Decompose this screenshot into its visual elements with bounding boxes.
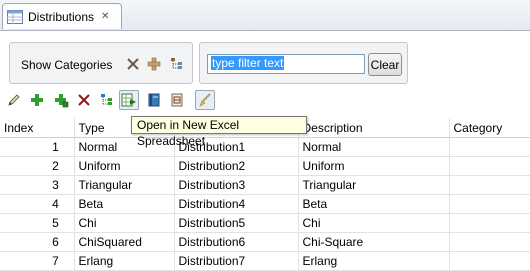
description-cell: Chi [298, 213, 450, 233]
toolbar [0, 88, 530, 110]
clear-button[interactable]: Clear [368, 53, 402, 76]
table-row[interactable]: 2 Uniform Distribution2 Uniform [0, 156, 530, 176]
delete-icon[interactable] [75, 91, 93, 109]
tab-label: Distributions [28, 9, 95, 24]
column-header-index[interactable]: Index [0, 118, 75, 138]
name-cell: Distribution5 [174, 213, 299, 233]
category-cell [449, 194, 530, 214]
table-row[interactable]: 3 Triangular Distribution3 Triangular [0, 175, 530, 195]
add-icon[interactable] [28, 91, 46, 109]
table-row[interactable]: 5 Chi Distribution5 Chi [0, 213, 530, 233]
show-hierarchy-icon[interactable] [98, 91, 116, 109]
index-cell: 6 [0, 232, 75, 252]
name-cell: Distribution2 [174, 156, 299, 176]
description-cell: Normal [298, 137, 450, 157]
type-cell: Chi [74, 213, 175, 233]
add-category-icon[interactable] [146, 56, 162, 72]
name-cell: Distribution4 [174, 194, 299, 214]
distributions-tab-icon [7, 9, 23, 24]
index-cell: 7 [0, 251, 75, 271]
index-cell: 4 [0, 194, 75, 214]
tab-distributions[interactable]: Distributions ✕ [2, 3, 122, 29]
type-cell: ChiSquared [74, 232, 175, 252]
tooltip: Open in New Excel Spreadsheet [131, 116, 307, 148]
category-cell [449, 213, 530, 233]
description-cell: Uniform [298, 156, 450, 176]
table-row[interactable]: 1 Normal Distribution1 Normal [0, 137, 530, 157]
type-cell: Erlang [74, 251, 175, 271]
index-cell: 5 [0, 213, 75, 233]
column-header-category[interactable]: Category [449, 118, 530, 138]
brush-icon[interactable] [195, 90, 215, 110]
type-cell: Uniform [74, 156, 175, 176]
index-value: 5 [52, 216, 59, 230]
table-row[interactable]: 6 ChiSquared Distribution6 Chi-Square [0, 232, 530, 252]
filter-controls: type filter text Clear [199, 42, 408, 84]
table-row[interactable]: 4 Beta Distribution4 Beta [0, 194, 530, 214]
tab-bar: Distributions ✕ [0, 0, 530, 31]
edit-icon[interactable] [5, 91, 23, 109]
excel-icon[interactable] [119, 90, 139, 110]
category-cell [449, 251, 530, 271]
index-value: 7 [52, 254, 59, 268]
index-cell: 2 [0, 156, 75, 176]
index-value: 4 [52, 197, 59, 211]
index-value: 6 [52, 235, 59, 249]
table-row[interactable]: 7 Erlang Distribution7 Erlang [0, 251, 530, 271]
column-header-description[interactable]: Description [298, 118, 450, 138]
category-cell [449, 232, 530, 252]
index-value: 2 [52, 159, 59, 173]
index-value: 3 [52, 178, 59, 192]
category-cell [449, 175, 530, 195]
description-cell: Chi-Square [298, 232, 450, 252]
category-controls: Show Categories [9, 42, 193, 84]
category-cell [449, 137, 530, 157]
filter-input[interactable]: type filter text [207, 54, 365, 74]
index-cell: 1 [0, 137, 75, 157]
book-icon[interactable] [145, 91, 163, 109]
type-cell: Triangular [74, 175, 175, 195]
close-icon[interactable]: ✕ [101, 11, 109, 22]
add-to-category-icon[interactable] [52, 91, 70, 109]
category-cell [449, 156, 530, 176]
filter-input-text: type filter text [211, 56, 285, 70]
index-value: 1 [52, 140, 59, 154]
type-cell: Beta [74, 194, 175, 214]
report-icon[interactable] [168, 91, 186, 109]
name-cell: Distribution3 [174, 175, 299, 195]
tree-icon[interactable] [169, 56, 185, 72]
collapse-all-icon[interactable] [125, 56, 141, 72]
description-cell: Erlang [298, 251, 450, 271]
name-cell: Distribution6 [174, 232, 299, 252]
distributions-table: IndexTypeNameDescriptionCategory 1Normal… [0, 118, 530, 271]
name-cell: Distribution7 [174, 251, 299, 271]
index-cell: 3 [0, 175, 75, 195]
description-cell: Beta [298, 194, 450, 214]
show-categories-label: Show Categories [21, 58, 113, 72]
description-cell: Triangular [298, 175, 450, 195]
